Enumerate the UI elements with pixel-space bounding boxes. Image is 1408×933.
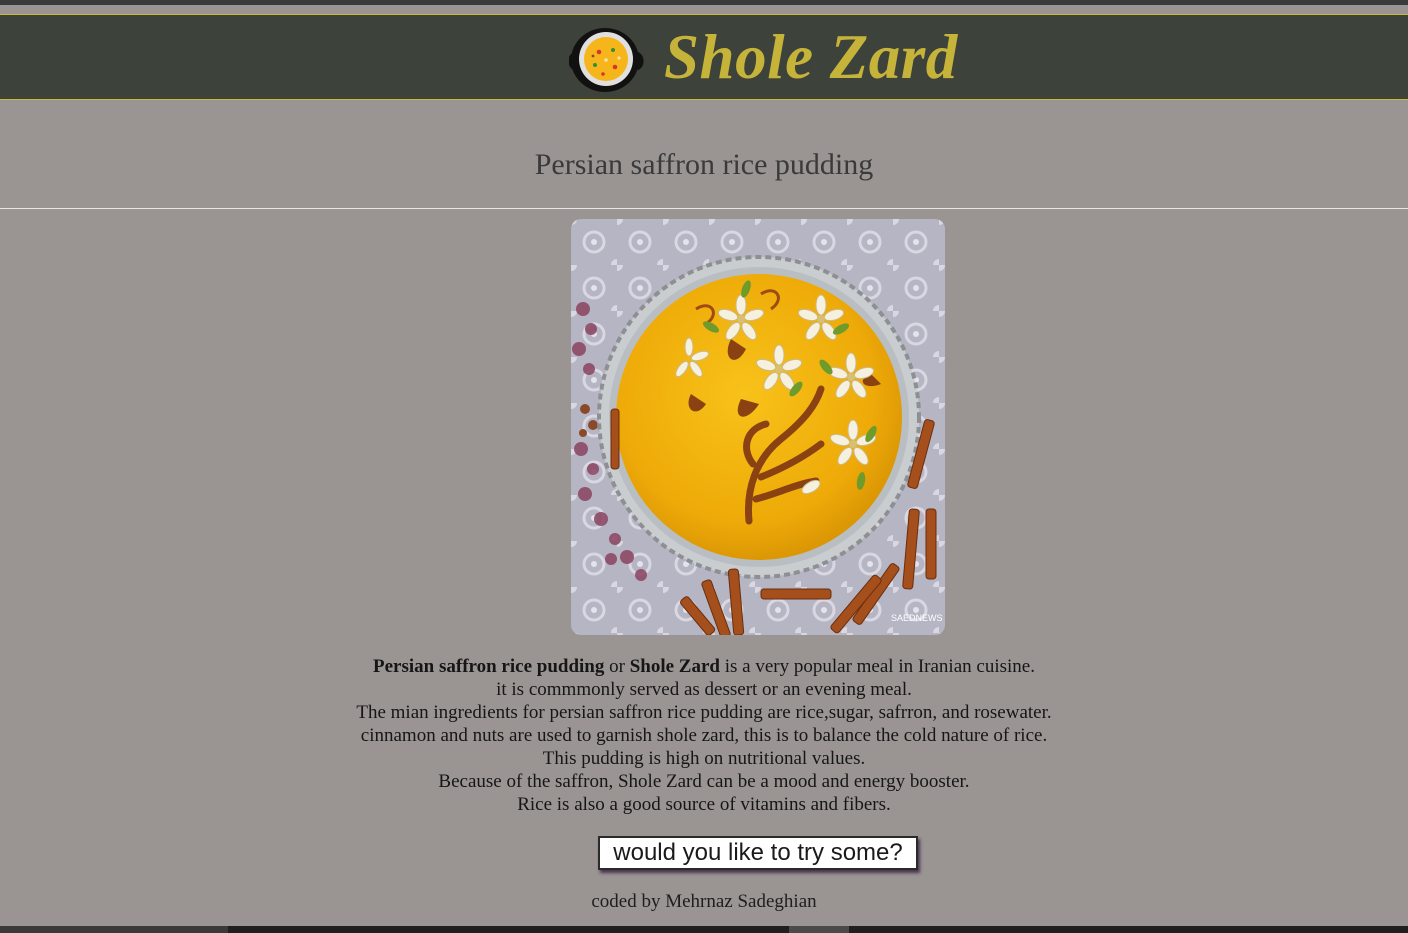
dish-name-persian: Shole Zard xyxy=(629,656,720,677)
description-line: it is commmonly served as dessert or an … xyxy=(496,679,912,700)
photo-watermark: SAEDNEWS xyxy=(891,613,943,623)
description-intro-end: is a very popular meal in Iranian cuisin… xyxy=(719,656,1035,677)
browser-top-strip xyxy=(0,0,1408,5)
taskbar-segment[interactable] xyxy=(0,926,228,933)
page-subtitle: Persian saffron rice pudding xyxy=(534,148,874,181)
taskbar xyxy=(0,926,1408,933)
site-header: Shole Zard xyxy=(0,14,1408,100)
footer-credit: coded by Mehrnaz Sadeghian xyxy=(591,891,817,912)
section-divider xyxy=(0,208,1408,209)
site-title: Shole Zard xyxy=(664,22,958,92)
try-some-button[interactable]: would you like to try some? xyxy=(598,836,918,870)
description-line: Rice is also a good source of vitamins a… xyxy=(517,794,891,815)
description-line: cinnamon and nuts are used to garnish sh… xyxy=(360,725,1048,746)
taskbar-segment[interactable] xyxy=(789,926,849,933)
description-intro: Persian saffron rice pudding or Shole Za… xyxy=(0,655,1408,678)
description-connector: or xyxy=(604,656,630,677)
description: Persian saffron rice pudding or Shole Za… xyxy=(0,655,1408,816)
saffron-pudding-pot-icon xyxy=(569,28,644,92)
dish-name-english: Persian saffron rice pudding xyxy=(373,656,605,677)
description-line: The mian ingredients for persian saffron… xyxy=(356,702,1052,723)
description-line: Because of the saffron, Shole Zard can b… xyxy=(438,771,970,792)
pudding-photo: SAEDNEWS xyxy=(571,219,945,635)
description-line: This pudding is high on nutritional valu… xyxy=(542,748,866,769)
